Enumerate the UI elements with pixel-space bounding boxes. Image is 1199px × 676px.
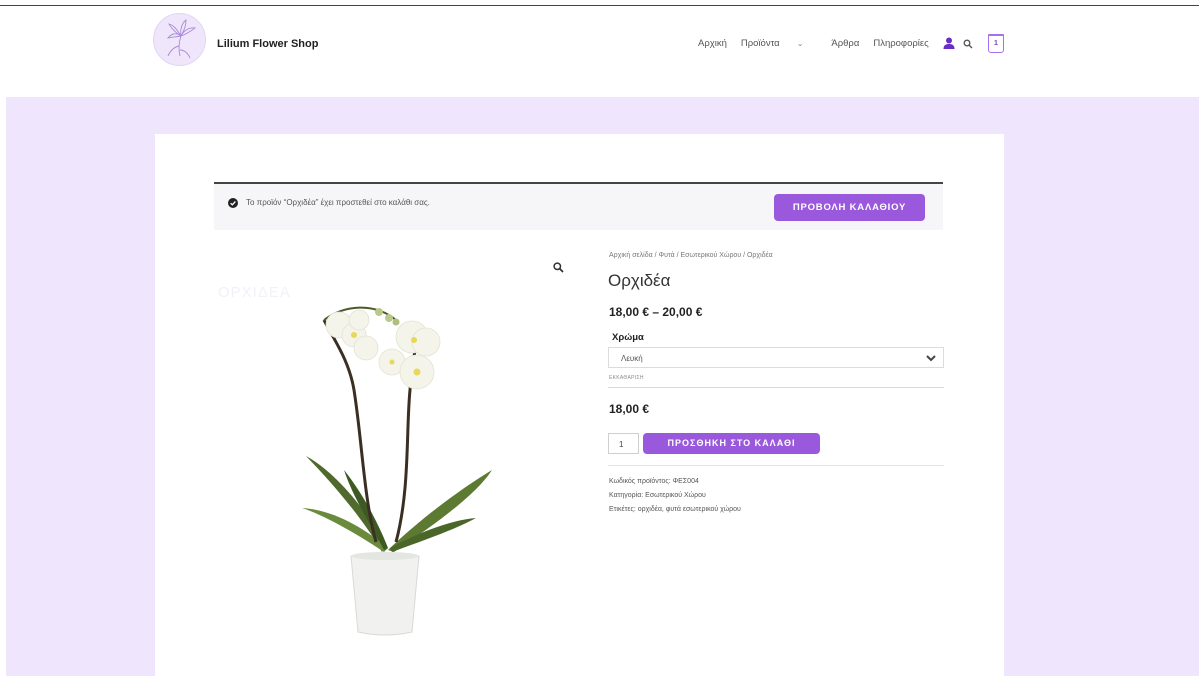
lily-logo-icon [166, 19, 197, 59]
clear-selection-link[interactable]: ΕΚΚΑΘΑΡΙΣΗ [609, 375, 644, 381]
breadcrumb[interactable]: Αρχική σελίδα / Φυτά / Εσωτερικού Χώρου … [609, 252, 773, 259]
chevron-down-icon [926, 355, 936, 362]
product-category[interactable]: Κατηγορία: Εσωτερικού Χώρου [609, 492, 706, 499]
nav-item-products[interactable]: Προϊόντα ⌄ [741, 38, 818, 49]
view-cart-button[interactable]: ΠΡΟΒΟΛΗ ΚΑΛΑΘΙΟΥ [774, 194, 925, 221]
variation-price: 18,00 € [609, 402, 650, 416]
color-option-label: Χρώμα [612, 332, 644, 343]
chevron-down-icon: ⌄ [796, 39, 804, 48]
nav-item-products-label: Προϊόντα [740, 38, 780, 49]
notice-message: Το προϊόν “Ορχιδέα” έχει προστεθεί στο κ… [246, 198, 430, 207]
zoom-icon[interactable] [553, 262, 564, 273]
quantity-input[interactable]: 1 [608, 433, 639, 454]
product-image[interactable] [214, 280, 574, 640]
divider [608, 465, 944, 466]
check-circle-icon [228, 198, 238, 208]
color-select-value: Λευκή [621, 354, 643, 363]
cart-count: 1 [993, 38, 999, 47]
add-to-cart-button[interactable]: ΠΡΟΣΘΗΚΗ ΣΤΟ ΚΑΛΑΘΙ [643, 433, 820, 454]
product-title: Ορχιδέα [608, 271, 671, 290]
user-icon[interactable] [943, 37, 955, 49]
cart-icon[interactable]: 1 [988, 34, 1004, 53]
cart-notice: Το προϊόν “Ορχιδέα” έχει προστεθεί στο κ… [214, 182, 943, 230]
main-nav: Αρχική Προϊόντα ⌄ Άρθρα Πληροφορίες [698, 38, 943, 49]
nav-item-info[interactable]: Πληροφορίες [873, 38, 928, 49]
site-logo[interactable] [153, 13, 206, 66]
product-tags[interactable]: Ετικέτες: ορχιδέα, φυτά εσωτερικού χώρου [609, 506, 741, 513]
price-range: 18,00 € – 20,00 € [609, 305, 703, 319]
nav-item-home[interactable]: Αρχική [698, 38, 727, 49]
color-select[interactable]: Λευκή [608, 347, 944, 368]
divider [608, 387, 944, 388]
product-sku: Κωδικός προϊόντος: ΦΕΣ004 [609, 478, 699, 485]
search-icon[interactable] [963, 39, 973, 49]
site-brand[interactable]: Lilium Flower Shop [217, 38, 318, 50]
nav-item-articles[interactable]: Άρθρα [831, 38, 859, 49]
